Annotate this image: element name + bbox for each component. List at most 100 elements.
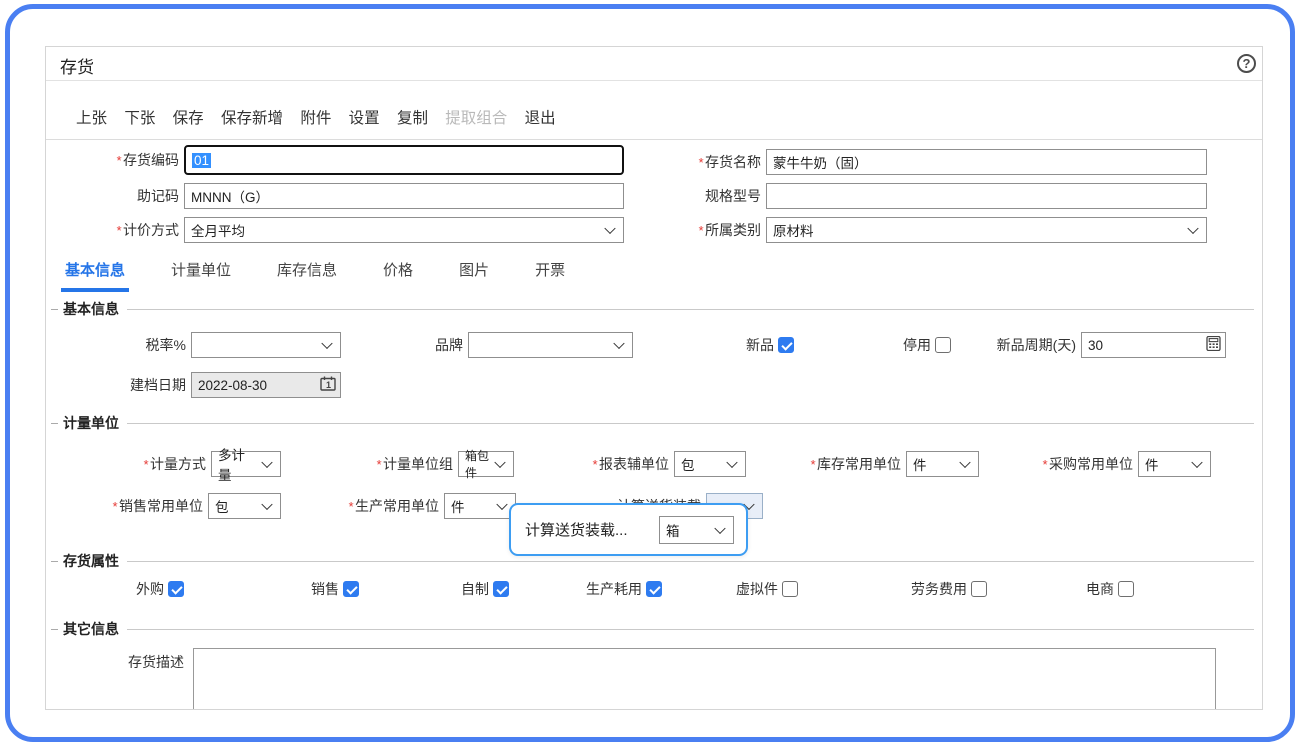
field-spec-model: 规格型号 <box>626 182 1207 210</box>
attr-production-consume: 生产耗用 <box>586 575 662 603</box>
toolbar-exit-button[interactable]: 退出 <box>525 110 556 127</box>
report-aux-unit-select[interactable]: 包 <box>674 451 746 477</box>
sales-common-unit-label: 销售常用单位 <box>119 498 203 514</box>
field-report-aux-unit: *报表辅单位 包 <box>524 450 746 478</box>
attr-outsourced-checkbox[interactable] <box>168 581 184 597</box>
field-deactivated: 停用 <box>866 331 951 359</box>
attr-ecommerce-checkbox[interactable] <box>1118 581 1134 597</box>
field-measure-method: *计量方式 多计量 <box>46 450 281 478</box>
toolbar-save-button[interactable]: 保存 <box>173 110 204 127</box>
attr-production-consume-label: 生产耗用 <box>586 579 642 599</box>
field-purchase-common-unit: *采购常用单位 件 <box>991 450 1211 478</box>
toolbar-save-new-button[interactable]: 保存新增 <box>221 110 283 127</box>
field-tax-rate: 税率% <box>46 331 341 359</box>
mnemonic-code-input[interactable]: MNNN（G） <box>184 183 624 209</box>
tab-picture[interactable]: 图片 <box>455 255 493 292</box>
attr-self-made-checkbox[interactable] <box>493 581 509 597</box>
tab-invoicing[interactable]: 开票 <box>531 255 569 292</box>
production-common-unit-label: 生产常用单位 <box>355 498 439 514</box>
section-basic-info-title: 基本信息 <box>63 299 119 319</box>
page-title: 存货 <box>60 53 94 78</box>
attr-ecommerce-label: 电商 <box>1086 579 1114 599</box>
measure-method-select[interactable]: 多计量 <box>211 451 281 477</box>
attr-outsourced-label: 外购 <box>136 579 164 599</box>
tab-price[interactable]: 价格 <box>379 255 417 292</box>
stock-common-unit-select[interactable]: 件 <box>906 451 979 477</box>
brand-select[interactable] <box>468 332 633 358</box>
toolbar-extract-combo-button: 提取组合 <box>445 110 507 127</box>
help-icon[interactable]: ? <box>1237 54 1256 73</box>
production-common-unit-select[interactable]: 件 <box>444 493 516 519</box>
delivery-load-popup: 计算送货装载... 箱 <box>509 503 748 556</box>
attr-self-made: 自制 <box>461 575 509 603</box>
report-aux-unit-label: 报表辅单位 <box>599 456 669 472</box>
new-item-cycle-input[interactable]: 30 <box>1081 332 1226 358</box>
section-basic-info: 基本信息 <box>51 299 1254 319</box>
tax-rate-select[interactable] <box>191 332 341 358</box>
section-measure-unit: 计量单位 <box>51 413 1254 433</box>
field-unit-group: *计量单位组 箱包件 <box>293 450 514 478</box>
field-category: *所属类别 原材料 <box>626 216 1207 244</box>
form-area: *存货编码 01 *存货名称 蒙牛牛奶（固） 助记码 MNNN（G） 规格型号 … <box>46 140 1262 708</box>
field-inventory-code: *存货编码 01 <box>46 146 624 174</box>
description-textarea[interactable] <box>193 648 1216 710</box>
spec-model-input[interactable] <box>766 183 1207 209</box>
attr-sales-checkbox[interactable] <box>343 581 359 597</box>
description-label: 存货描述 <box>46 652 189 672</box>
attr-labor-cost: 劳务费用 <box>911 575 987 603</box>
purchase-common-unit-label: 采购常用单位 <box>1049 456 1133 472</box>
purchase-common-unit-select[interactable]: 件 <box>1138 451 1211 477</box>
tab-stock-info[interactable]: 库存信息 <box>273 255 341 292</box>
field-stock-common-unit: *库存常用单位 件 <box>758 450 979 478</box>
attr-production-consume-checkbox[interactable] <box>646 581 662 597</box>
inventory-name-input[interactable]: 蒙牛牛奶（固） <box>766 149 1207 175</box>
tab-basic-info[interactable]: 基本信息 <box>61 255 129 292</box>
field-new-item-cycle: 新品周期(天) 30 <box>946 331 1226 359</box>
calendar-icon[interactable]: 1 <box>320 376 336 394</box>
inventory-code-label: 存货编码 <box>123 152 179 168</box>
new-item-label: 新品 <box>706 335 774 355</box>
inventory-window: 存货 ? 上张 下张 保存 保存新增 附件 设置 复制 提取组合 退出 *存货编… <box>45 46 1263 710</box>
field-production-common-unit: *生产常用单位 件 <box>281 492 516 520</box>
section-measure-unit-title: 计量单位 <box>63 413 119 433</box>
stock-common-unit-label: 库存常用单位 <box>817 456 901 472</box>
section-attributes-title: 存货属性 <box>63 551 119 571</box>
field-new-item: 新品 <box>706 331 794 359</box>
delivery-load-popup-select[interactable]: 箱 <box>659 516 734 544</box>
svg-text:1: 1 <box>326 380 331 390</box>
attr-labor-cost-checkbox[interactable] <box>971 581 987 597</box>
attr-sales-label: 销售 <box>311 579 339 599</box>
calculator-icon[interactable] <box>1206 336 1221 354</box>
field-inventory-name: *存货名称 蒙牛牛奶（固） <box>626 148 1207 176</box>
unit-group-select[interactable]: 箱包件 <box>458 451 514 477</box>
inventory-name-label: 存货名称 <box>705 154 761 170</box>
toolbar-attachment-button[interactable]: 附件 <box>300 110 331 127</box>
attr-virtual-part-checkbox[interactable] <box>782 581 798 597</box>
measure-method-label: 计量方式 <box>150 456 206 472</box>
category-label: 所属类别 <box>705 222 761 238</box>
toolbar-next-button[interactable]: 下张 <box>124 110 155 127</box>
created-date-label: 建档日期 <box>46 375 191 395</box>
attr-self-made-label: 自制 <box>461 579 489 599</box>
attr-virtual-part-label: 虚拟件 <box>736 579 778 599</box>
tab-measure-unit[interactable]: 计量单位 <box>167 255 235 292</box>
sales-common-unit-select[interactable]: 包 <box>208 493 281 519</box>
category-select[interactable]: 原材料 <box>766 217 1207 243</box>
field-mnemonic-code: 助记码 MNNN（G） <box>46 182 624 210</box>
outer-frame: 存货 ? 上张 下张 保存 保存新增 附件 设置 复制 提取组合 退出 *存货编… <box>5 4 1295 742</box>
toolbar-copy-button[interactable]: 复制 <box>397 110 428 127</box>
attr-sales: 销售 <box>311 575 359 603</box>
pricing-method-label: 计价方式 <box>123 222 179 238</box>
spec-model-label: 规格型号 <box>626 186 766 206</box>
new-item-checkbox[interactable] <box>778 337 794 353</box>
pricing-method-select[interactable]: 全月平均 <box>184 217 624 243</box>
toolbar: 上张 下张 保存 保存新增 附件 设置 复制 提取组合 退出 <box>46 81 1262 140</box>
unit-group-label: 计量单位组 <box>383 456 453 472</box>
tax-rate-label: 税率% <box>46 335 191 355</box>
deactivated-label: 停用 <box>866 335 931 355</box>
toolbar-prev-button[interactable]: 上张 <box>76 110 107 127</box>
titlebar: 存货 ? <box>46 47 1262 81</box>
inventory-code-input[interactable]: 01 <box>184 145 624 175</box>
toolbar-settings-button[interactable]: 设置 <box>349 110 380 127</box>
created-date-input[interactable]: 2022-08-30 1 <box>191 372 341 398</box>
